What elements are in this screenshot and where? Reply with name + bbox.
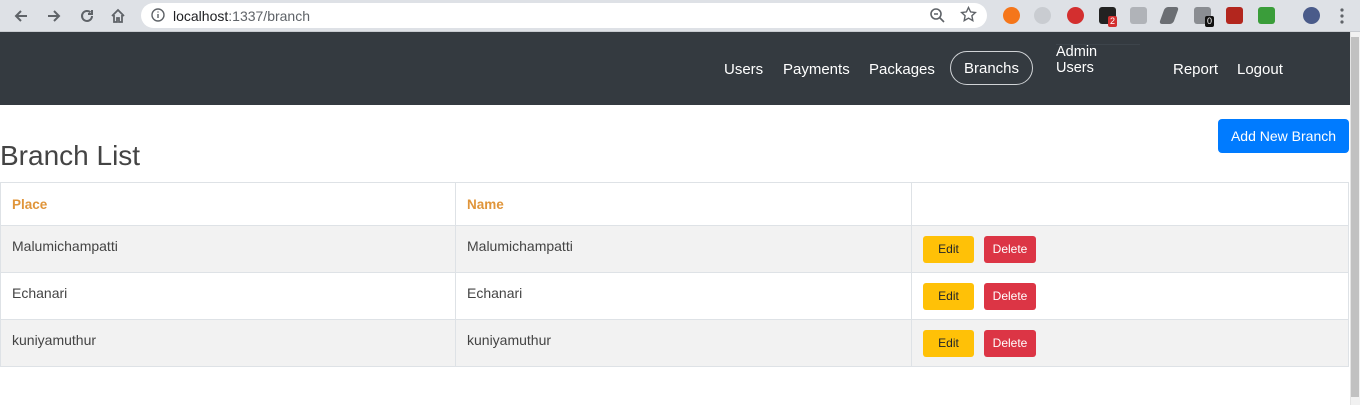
cell-actions: Edit Delete (911, 225, 1349, 273)
extension-camera-icon[interactable] (1130, 7, 1147, 24)
url-path: :1337/branch (228, 8, 310, 24)
cell-place: Echanari (0, 272, 456, 320)
edit-label: Edit (938, 289, 959, 303)
page-title: Branch List (0, 140, 141, 171)
cell-place: Malumichampatti (0, 225, 456, 273)
cell-name: Echanari (455, 272, 912, 320)
table-row: Echanari Echanari Edit Delete (0, 272, 1349, 320)
scrollbar-thumb[interactable] (1351, 37, 1359, 397)
nav-logout[interactable]: Logout (1237, 61, 1283, 78)
extension-badge: 2 (1108, 16, 1118, 27)
browser-toolbar: localhost:1337/branch 2 0 (0, 0, 1360, 32)
branch-table: Place Name Malumichampatti Malumichampat… (0, 182, 1349, 367)
cell-actions: Edit Delete (911, 272, 1349, 320)
extension-globe-icon[interactable] (1034, 7, 1051, 24)
info-icon[interactable] (151, 8, 165, 27)
bookmark-star-icon[interactable] (960, 5, 977, 28)
delete-button[interactable]: Delete (984, 330, 1036, 357)
nav-payments[interactable]: Payments (783, 61, 850, 78)
header-name: Name (455, 182, 912, 226)
table-header-row: Place Name (0, 182, 1349, 226)
menu-kebab-icon[interactable] (1340, 7, 1344, 25)
delete-button[interactable]: Delete (984, 283, 1036, 310)
header-actions (911, 182, 1349, 226)
back-icon[interactable] (11, 6, 31, 26)
cell-name: kuniyamuthur (455, 319, 912, 367)
cell-place: kuniyamuthur (0, 319, 456, 367)
url-host: localhost (173, 8, 229, 24)
cell-actions: Edit Delete (911, 319, 1349, 367)
url-text: localhost:1337/branch (173, 8, 310, 24)
forward-icon[interactable] (44, 6, 64, 26)
extension-orange-icon[interactable] (1003, 7, 1020, 24)
profile-avatar-icon[interactable] (1303, 7, 1320, 24)
nav-report[interactable]: Report (1173, 61, 1218, 78)
nav-branchs-label: Branchs (963, 59, 1020, 77)
zoom-icon[interactable] (929, 7, 945, 28)
extension-pencil-icon[interactable] (1158, 7, 1180, 24)
delete-button[interactable]: Delete (984, 236, 1036, 263)
table-row: kuniyamuthur kuniyamuthur Edit Delete (0, 319, 1349, 367)
table-row: Malumichampatti Malumichampatti Edit Dele… (0, 225, 1349, 273)
nav-users[interactable]: Users (724, 61, 763, 78)
extension-green-icon[interactable] (1258, 7, 1275, 24)
nav-packages[interactable]: Packages (869, 61, 935, 78)
app-navbar: Users Payments Packages Branchs Admin Us… (0, 32, 1350, 105)
cell-name: Malumichampatti (455, 225, 912, 273)
reload-icon[interactable] (77, 6, 97, 26)
header-place: Place (0, 182, 456, 226)
nav-admin-users[interactable]: Admin Users (1056, 44, 1136, 76)
edit-button[interactable]: Edit (923, 236, 974, 263)
nav-branchs-active[interactable]: Branchs (950, 51, 1033, 85)
home-icon[interactable] (108, 6, 128, 26)
extension-pdf-icon[interactable] (1226, 7, 1243, 24)
edit-button[interactable]: Edit (923, 283, 974, 310)
add-new-branch-button[interactable]: Add New Branch (1218, 119, 1349, 153)
edit-button[interactable]: Edit (923, 330, 974, 357)
extension-badge: 0 (1205, 16, 1215, 27)
edit-label: Edit (938, 336, 959, 350)
edit-label: Edit (938, 242, 959, 256)
address-bar[interactable]: localhost:1337/branch (141, 3, 987, 28)
extension-adblock-icon[interactable] (1067, 7, 1084, 24)
